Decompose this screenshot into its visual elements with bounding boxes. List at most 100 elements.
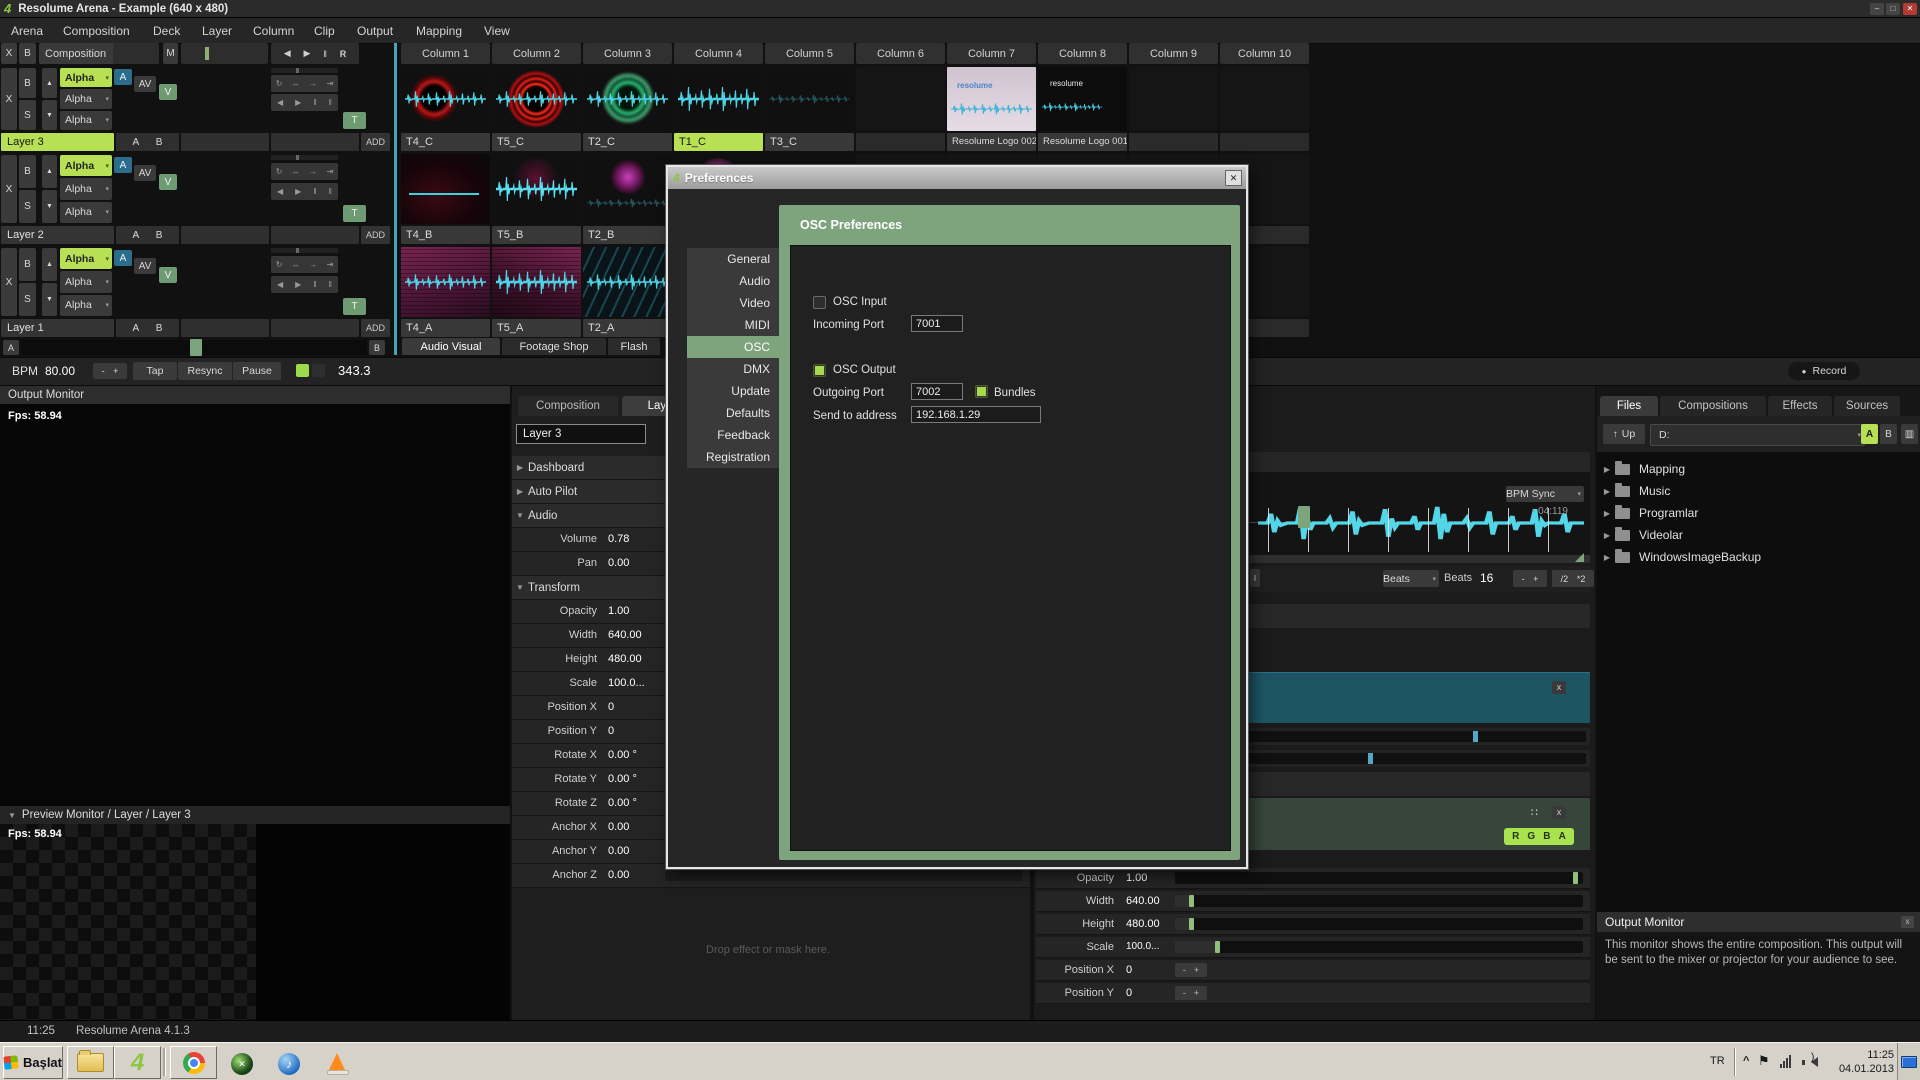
tap-button[interactable]: Tap — [133, 362, 177, 380]
layer1-video-button[interactable]: V — [159, 267, 177, 283]
tab-sources[interactable]: Sources — [1834, 396, 1900, 416]
layer1-clear-button[interactable]: X — [1, 248, 17, 316]
clip-label-empty[interactable] — [1220, 133, 1309, 151]
pause-icon[interactable]: ‖ — [313, 187, 316, 196]
layer3-add-button[interactable]: ADD — [361, 133, 390, 151]
beats-half-button[interactable]: /2 — [1561, 574, 1569, 584]
layer1-name[interactable]: Layer 1 — [1, 319, 114, 337]
minus-button[interactable]: - — [1183, 988, 1186, 998]
beats-double-button[interactable]: *2 — [1577, 574, 1586, 584]
clip-thumbnail[interactable] — [401, 67, 490, 131]
layer3-down-button[interactable]: ▼ — [42, 100, 57, 130]
expand-icon[interactable]: ▶ — [1599, 553, 1615, 562]
layer1-down-button[interactable]: ▼ — [42, 283, 57, 316]
action-center-flag-icon[interactable]: ⚑ — [1758, 1053, 1770, 1069]
clip-label[interactable]: T5_B — [492, 226, 581, 244]
tray-clock[interactable]: 11:25 04.01.2013 — [1832, 1048, 1894, 1076]
layer3-bypass-button[interactable]: B — [19, 68, 36, 98]
layer1-blend-select-2[interactable]: Alpha▾ — [60, 271, 112, 292]
pause-icon[interactable]: ‖ — [329, 187, 332, 196]
column-header-7[interactable]: Column 7 — [947, 43, 1036, 64]
plus-button[interactable]: + — [1194, 988, 1199, 998]
deck-tab-flash[interactable]: Flash — [608, 338, 660, 355]
record-button[interactable]: ● Record — [1788, 362, 1860, 380]
start-button[interactable]: Başlat — [3, 1046, 63, 1079]
path-dropdown[interactable]: D:▾ — [1650, 424, 1865, 446]
effect-close-icon[interactable]: x — [1552, 681, 1566, 694]
layer3-blend-select-3[interactable]: Alpha▾ — [60, 111, 112, 130]
band-close-icon[interactable]: x — [1552, 806, 1566, 819]
tab-files[interactable]: Files — [1600, 396, 1658, 416]
clip-thumbnail[interactable] — [401, 154, 490, 224]
nav-midi[interactable]: MIDI — [687, 314, 779, 336]
clip-thumbnail[interactable] — [401, 247, 490, 317]
dialog-close-button[interactable]: ✕ — [1225, 170, 1242, 186]
monitor-info-header[interactable]: Output Monitor x — [1597, 912, 1920, 932]
clip-thumbnail[interactable] — [492, 247, 581, 317]
panel-close-icon[interactable]: x — [1901, 916, 1914, 928]
pause-icon[interactable]: ‖ — [329, 280, 332, 289]
column-header-5[interactable]: Column 5 — [765, 43, 854, 64]
column-header-1[interactable]: Column 1 — [401, 43, 490, 64]
clip-label[interactable]: Resolume Logo 002 — [947, 133, 1036, 151]
title-bar[interactable]: 4 Resolume Arena - Example (640 x 480) –… — [0, 0, 1920, 18]
column-header-3[interactable]: Column 3 — [583, 43, 672, 64]
layer1-blend-select[interactable]: Alpha▾ — [60, 248, 112, 269]
nav-feedback[interactable]: Feedback — [687, 424, 779, 446]
preview-monitor-header[interactable]: ▼ Preview Monitor / Layer / Layer 3 — [0, 806, 510, 824]
clip-thumbnail[interactable]: resolume — [1038, 67, 1127, 131]
layer2-up-button[interactable]: ▲ — [42, 155, 57, 188]
maximize-button[interactable]: □ — [1886, 3, 1900, 15]
deck-b-filter-button[interactable]: B — [1880, 424, 1897, 444]
clip-thumbnail[interactable] — [583, 247, 672, 317]
bpm-sync-dropdown[interactable]: BPM Sync▾ — [1506, 486, 1584, 502]
osc-input-checkbox[interactable] — [813, 296, 826, 309]
nav-osc[interactable]: OSC — [687, 336, 779, 358]
clip-slot-empty[interactable] — [1220, 67, 1309, 131]
column-header-4[interactable]: Column 4 — [674, 43, 763, 64]
column-header-10[interactable]: Column 10 — [1220, 43, 1309, 64]
forward-icon[interactable]: → — [309, 167, 317, 176]
bounce-icon[interactable]: ↔ — [292, 79, 300, 88]
outgoing-port-field[interactable]: 7002 — [911, 383, 963, 400]
play-once-icon[interactable]: ⇥ — [327, 79, 334, 88]
play-once-icon[interactable]: ⇥ — [327, 260, 334, 269]
layer3-av-button[interactable]: AV — [134, 76, 156, 92]
beat-snap-button[interactable]: I — [1250, 569, 1260, 587]
layer2-thumbnail-toggle[interactable]: T — [343, 205, 366, 222]
clip-thumbnail[interactable] — [583, 154, 672, 224]
play-icon[interactable]: ▶ — [295, 187, 301, 196]
column-header-9[interactable]: Column 9 — [1129, 43, 1218, 64]
play-icon[interactable]: ▶ — [295, 280, 301, 289]
layer1-add-button[interactable]: ADD — [361, 319, 390, 337]
layer3-up-button[interactable]: ▲ — [42, 68, 57, 98]
layer2-blend-select-3[interactable]: Alpha▾ — [60, 202, 112, 223]
folder-row-videolar[interactable]: ▶Videolar — [1599, 524, 1920, 546]
menu-column[interactable]: Column — [253, 18, 294, 43]
composition-master-slider[interactable] — [181, 43, 268, 64]
channel-r-button[interactable]: R — [1512, 831, 1519, 842]
folder-row-programlar[interactable]: ▶Programlar — [1599, 502, 1920, 524]
up-button[interactable]: ↑Up — [1603, 424, 1645, 444]
layer1-thumbnail-toggle[interactable]: T — [343, 298, 366, 315]
composition-clear-button[interactable]: X — [1, 43, 17, 64]
composition-bypass-button[interactable]: B — [19, 43, 36, 64]
clip-thumbnail[interactable] — [492, 67, 581, 131]
layer3-blend-select[interactable]: Alpha▾ — [60, 68, 112, 87]
layer2-blend-select-2[interactable]: Alpha▾ — [60, 178, 112, 199]
resolume-taskbar-button[interactable]: 4 — [114, 1046, 161, 1079]
layer-name-input[interactable]: Layer 3 — [516, 424, 646, 444]
layer3-name[interactable]: Layer 3 — [1, 133, 114, 151]
forward-icon[interactable]: → — [309, 260, 317, 269]
channel-b-button[interactable]: B — [1543, 831, 1550, 842]
network-signal-icon[interactable] — [1780, 1055, 1791, 1068]
send-address-field[interactable]: 192.168.1.29 — [911, 406, 1041, 423]
bundles-checkbox[interactable] — [975, 385, 988, 398]
bpm-minus-button[interactable]: - — [102, 366, 105, 376]
clip-label[interactable]: T4_A — [401, 319, 490, 337]
expand-icon[interactable]: ▶ — [1599, 509, 1615, 518]
minimize-button[interactable]: – — [1870, 3, 1884, 15]
bounce-icon[interactable]: ↔ — [292, 260, 300, 269]
menu-arena[interactable]: Arena — [11, 18, 43, 43]
slider-handle[interactable] — [1189, 895, 1194, 907]
